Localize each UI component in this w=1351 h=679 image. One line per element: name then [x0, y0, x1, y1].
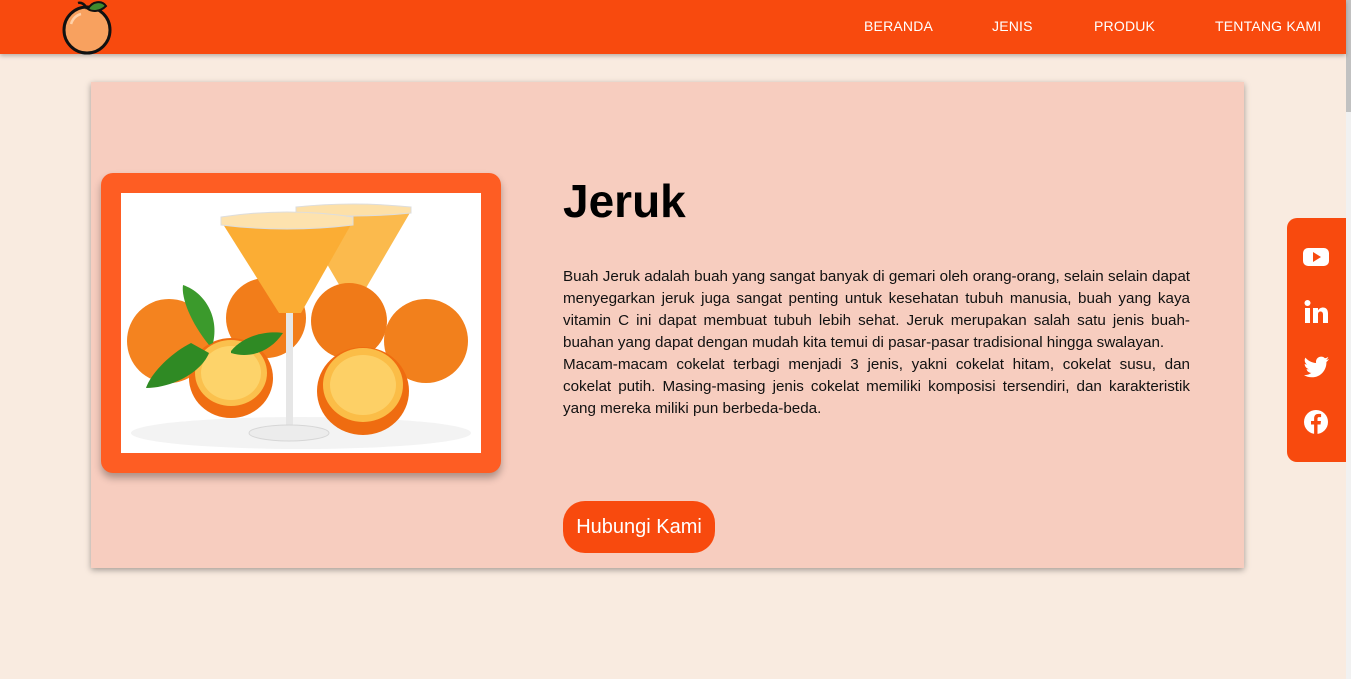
description-paragraph-1: Buah Jeruk adalah buah yang sangat banya… — [563, 268, 1190, 351]
page-scrollbar[interactable] — [1346, 0, 1351, 679]
facebook-icon[interactable] — [1302, 408, 1330, 436]
image-frame — [101, 173, 501, 473]
twitter-icon[interactable] — [1302, 353, 1330, 381]
nav-tentang-kami[interactable]: TENTANG KAMI — [1215, 18, 1321, 34]
contact-button[interactable]: Hubungi Kami — [563, 501, 715, 553]
description: Buah Jeruk adalah buah yang sangat banya… — [563, 266, 1190, 420]
orange-juice-image — [121, 193, 481, 453]
navbar: BERANDA JENIS PRODUK TENTANG KAMI — [0, 0, 1346, 56]
nav-produk[interactable]: PRODUK — [1094, 18, 1155, 34]
social-sidebar — [1287, 218, 1346, 462]
description-paragraph-2: Macam-macam cokelat terbagi menjadi 3 je… — [563, 356, 1190, 417]
page-title: Jeruk — [563, 175, 686, 227]
nav-beranda[interactable]: BERANDA — [864, 18, 933, 34]
scrollbar-thumb[interactable] — [1346, 0, 1351, 112]
youtube-icon[interactable] — [1302, 243, 1330, 271]
nav-jenis[interactable]: JENIS — [992, 18, 1033, 34]
orange-logo-icon[interactable] — [58, 0, 116, 56]
linkedin-icon[interactable] — [1302, 298, 1330, 326]
hero-card: Jeruk Buah Jeruk adalah buah yang sangat… — [91, 82, 1244, 568]
